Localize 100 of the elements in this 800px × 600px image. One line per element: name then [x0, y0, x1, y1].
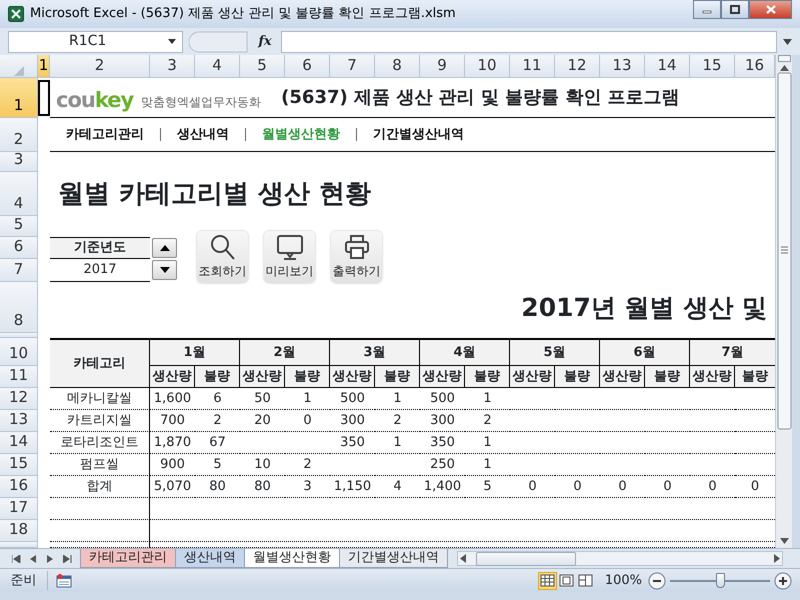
sheet-tab[interactable]: 생산내역	[175, 549, 245, 568]
horizontal-scrollbar[interactable]	[457, 551, 783, 566]
table-header: 생산량	[150, 366, 195, 388]
row-header[interactable]: 5	[0, 216, 38, 237]
first-sheet-icon[interactable]	[12, 554, 21, 562]
column-header[interactable]: 11	[510, 55, 555, 78]
row-header[interactable]: 15	[0, 454, 38, 476]
row-header[interactable]: 8	[0, 282, 38, 333]
monitor-icon	[276, 234, 304, 261]
maximize-button[interactable]	[721, 0, 749, 19]
table-header: 불량	[465, 366, 510, 388]
down-triangle-icon	[160, 267, 170, 273]
table-header: 5월	[510, 338, 600, 366]
column-header[interactable]: 12	[555, 55, 600, 78]
column-header[interactable]: 8	[375, 55, 420, 78]
nav-link[interactable]: 월별생산현황	[262, 124, 340, 144]
last-sheet-icon[interactable]	[63, 554, 72, 562]
table-header: 3월	[330, 338, 420, 366]
row-header[interactable]: 4	[0, 172, 38, 216]
row-header[interactable]: 16	[0, 476, 38, 498]
selected-cell[interactable]	[38, 80, 50, 116]
table-cell: 500	[420, 388, 465, 410]
pagebreak-view-button[interactable]	[576, 572, 595, 590]
row-header[interactable]: 18	[0, 520, 38, 542]
table-cell: 0	[600, 476, 645, 498]
column-header[interactable]: 6	[285, 55, 330, 78]
normal-view-button[interactable]	[538, 572, 557, 590]
row-header[interactable]: 7	[0, 259, 38, 282]
corner-triangle-icon	[14, 66, 24, 76]
report-title: 2017년 월별 생산 및	[520, 292, 768, 324]
nav-link[interactable]: 기간별생산내역	[373, 124, 464, 144]
close-icon	[766, 5, 776, 14]
row-header[interactable]: 17	[0, 498, 38, 520]
minimize-button[interactable]	[693, 0, 721, 19]
macro-record-icon[interactable]	[56, 574, 72, 588]
row-header[interactable]: 6	[0, 237, 38, 259]
table-cell: 900	[150, 454, 195, 476]
row-header[interactable]: 13	[0, 410, 38, 432]
spin-down-button[interactable]	[152, 260, 177, 280]
nav-link[interactable]: 생산내역	[177, 124, 229, 144]
zoom-in-icon[interactable]	[774, 572, 792, 590]
previous-sheet-icon[interactable]	[29, 554, 38, 562]
print-button[interactable]: 출력하기	[331, 231, 382, 283]
layout-view-button[interactable]	[556, 572, 576, 590]
table-header: 7월	[690, 338, 775, 366]
table-header: 생산량	[240, 366, 285, 388]
name-box[interactable]: R1C1	[8, 30, 183, 52]
sheet-tab[interactable]: 카테고리관리	[80, 549, 176, 568]
column-header[interactable]: 15	[690, 55, 735, 78]
vertical-scrollbar[interactable]	[775, 55, 792, 548]
row-header[interactable]: 2	[0, 118, 38, 152]
column-header[interactable]: 7	[330, 55, 375, 78]
next-sheet-icon[interactable]	[46, 554, 55, 562]
table-cell: 80	[195, 476, 240, 498]
nav-link[interactable]: 카테고리관리	[66, 124, 144, 144]
column-header[interactable]: 14	[645, 55, 690, 78]
zoom-out-icon[interactable]	[648, 572, 666, 590]
column-header[interactable]: 5	[240, 55, 285, 78]
expand-caret-icon[interactable]	[783, 38, 792, 44]
preview-button[interactable]: 미리보기	[264, 231, 315, 283]
column-header[interactable]: 13	[600, 55, 645, 78]
window-title: Microsoft Excel - (5637) 제품 생산 관리 및 불량률 확인 프로그램.xlsm	[30, 5, 456, 24]
up-triangle-icon	[160, 245, 170, 251]
sheet-tab[interactable]: 기간별생산내역	[339, 549, 448, 568]
column-header[interactable]: 16	[735, 55, 775, 78]
column-header[interactable]: 4	[195, 55, 240, 78]
table-cell: 5	[195, 454, 240, 476]
column-header[interactable]: 9	[420, 55, 465, 78]
table-cell: 2	[375, 410, 420, 432]
printer-icon	[342, 234, 370, 261]
insert-function-button[interactable]: fx	[255, 32, 275, 52]
close-button[interactable]	[749, 0, 792, 19]
row-header[interactable]: 1	[0, 78, 38, 118]
spin-up-button[interactable]	[152, 238, 177, 258]
column-header[interactable]: 2	[50, 55, 150, 78]
resize-handle-icon[interactable]	[189, 30, 249, 52]
column-header[interactable]: 10	[465, 55, 510, 78]
year-value[interactable]: 2017	[50, 259, 150, 282]
table-header: 6월	[600, 338, 690, 366]
zoom-slider-thumb[interactable]	[716, 572, 725, 588]
row-header[interactable]: 10	[0, 338, 38, 366]
column-header[interactable]: 3	[150, 55, 195, 78]
table-cell: 카트리지씰	[50, 410, 150, 432]
table-cell: 1	[465, 388, 510, 410]
row-header[interactable]: 3	[0, 152, 38, 172]
table-cell: 메카니칼씰	[50, 388, 150, 410]
table-cell: 0	[285, 410, 330, 432]
search-button[interactable]: 조회하기	[197, 231, 248, 283]
logo-text: coukey	[56, 90, 134, 111]
status-mode: 준비	[0, 570, 48, 590]
table-header: 생산량	[510, 366, 555, 388]
row-header[interactable]: 11	[0, 366, 38, 388]
formula-input[interactable]	[281, 30, 777, 52]
row-header[interactable]: 12	[0, 388, 38, 410]
year-label: 기준년도	[50, 237, 150, 259]
split-box-icon	[778, 55, 790, 65]
table-cell: 1	[465, 454, 510, 476]
sheet-tab[interactable]: 월별생산현황	[244, 549, 340, 568]
column-header[interactable]: 1	[38, 55, 50, 78]
row-header[interactable]: 14	[0, 432, 38, 454]
